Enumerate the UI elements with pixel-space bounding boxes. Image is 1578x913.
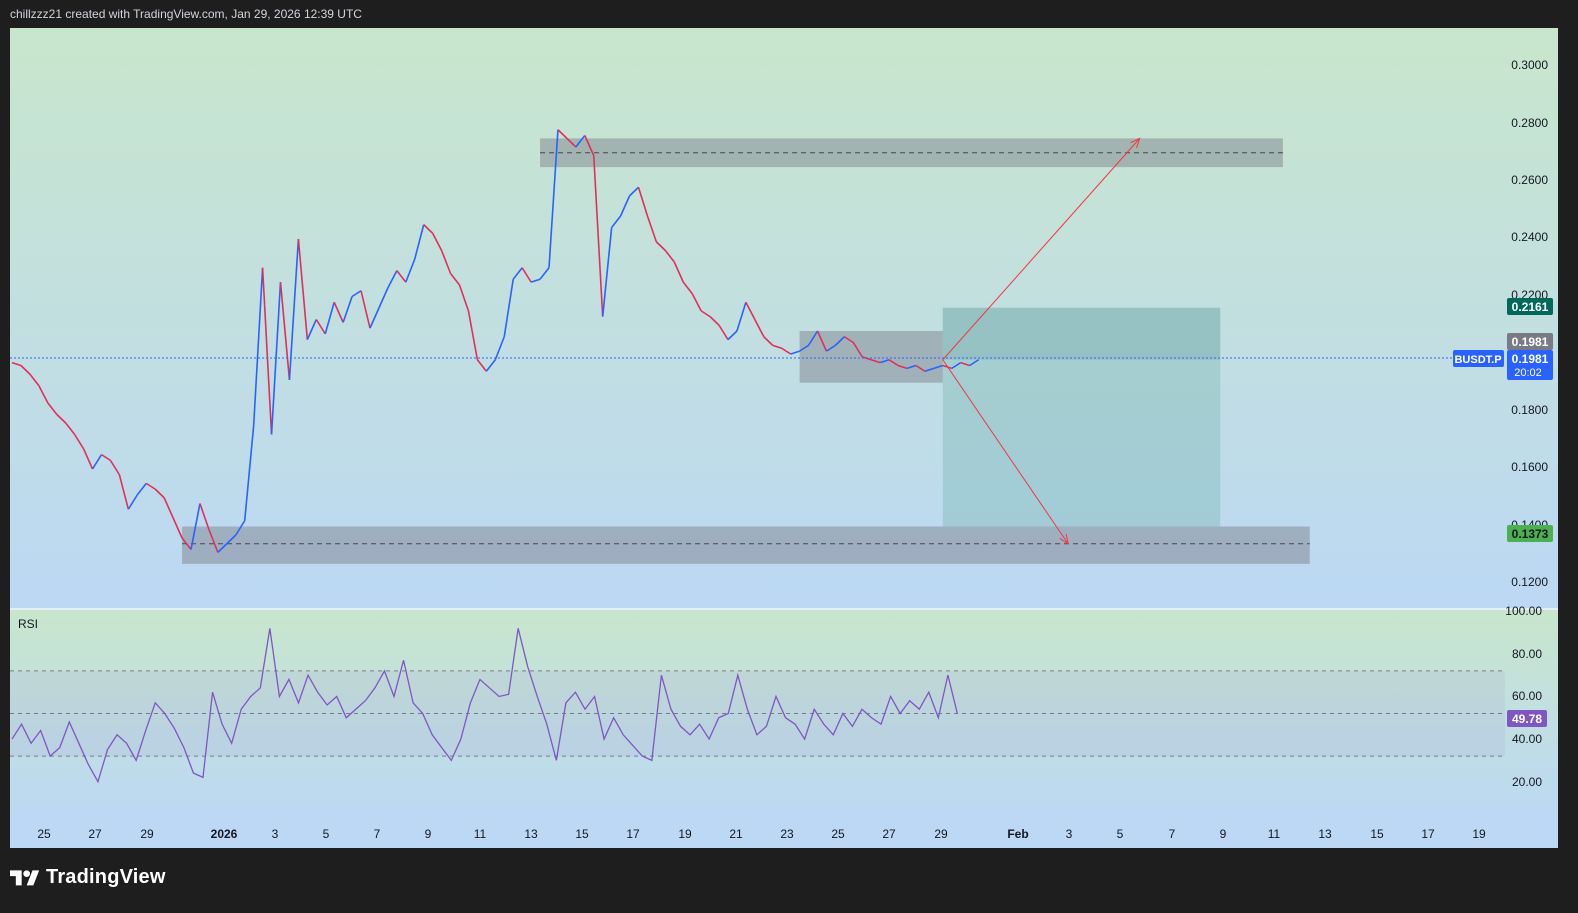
time-tick: 7 — [374, 827, 381, 841]
rsi-tick: 80.00 — [1512, 647, 1542, 661]
time-tick: 15 — [1370, 827, 1384, 841]
svg-text:BUSDT.P: BUSDT.P — [1454, 354, 1501, 366]
time-tick: 3 — [272, 827, 279, 841]
countdown-label: 20:02 — [1514, 367, 1542, 379]
rsi-tick: 60.00 — [1512, 689, 1542, 703]
time-tick: 3 — [1066, 827, 1073, 841]
price-label-last: 0.1981 — [1507, 333, 1553, 350]
rsi-band — [10, 670, 1505, 757]
zone-box — [182, 526, 1310, 564]
time-tick: 27 — [882, 827, 896, 841]
time-tick: 7 — [1169, 827, 1176, 841]
time-tick: 9 — [425, 827, 432, 841]
tradingview-logo-icon — [10, 870, 40, 886]
price-tick: 0.1800 — [1511, 403, 1548, 417]
time-tick: 25 — [37, 827, 51, 841]
time-tick: 17 — [1421, 827, 1435, 841]
time-tick: 17 — [626, 827, 640, 841]
rsi-tick: 20.00 — [1512, 775, 1542, 789]
price-tick: 0.2400 — [1511, 230, 1548, 244]
price-tick: 0.3000 — [1511, 58, 1548, 72]
svg-text:0.1373: 0.1373 — [1512, 527, 1549, 541]
time-tick: 15 — [575, 827, 589, 841]
price-label-bottom: 0.1373 — [1507, 525, 1553, 542]
rsi-tick: 100.00 — [1505, 604, 1542, 618]
brand-name: TradingView — [46, 865, 166, 888]
time-tick: 5 — [1117, 827, 1124, 841]
price-tick: 0.1600 — [1511, 460, 1548, 474]
time-tick: 11 — [1268, 827, 1281, 841]
price-label-top: 0.2161 — [1507, 298, 1553, 315]
time-tick: Feb — [1007, 827, 1028, 841]
time-tick: 27 — [88, 827, 102, 841]
rsi-pane-label: RSI — [18, 617, 38, 631]
time-tick: 21 — [729, 827, 743, 841]
time-tick: 23 — [780, 827, 794, 841]
time-tick: 5 — [323, 827, 330, 841]
time-tick: 2026 — [211, 827, 238, 841]
svg-text:0.2161: 0.2161 — [1512, 300, 1549, 314]
target-box — [942, 307, 1221, 527]
price-tick: 0.2800 — [1511, 116, 1548, 130]
current-price-label: 0.1981 20:02 — [1507, 350, 1553, 380]
target-zone-upper — [942, 307, 1221, 360]
time-tick: 13 — [1318, 827, 1332, 841]
time-tick: 25 — [831, 827, 845, 841]
time-tick: 9 — [1220, 827, 1227, 841]
svg-text:0.1981: 0.1981 — [1512, 335, 1549, 349]
svg-text:0.1981: 0.1981 — [1512, 352, 1549, 366]
rsi-value-label: 49.78 — [1507, 710, 1547, 727]
time-tick: 19 — [678, 827, 692, 841]
time-tick: 19 — [1472, 827, 1486, 841]
price-chart[interactable]: 0.3000 0.2800 0.2600 0.2400 0.2200 0.180… — [0, 0, 1578, 913]
price-tick: 0.1200 — [1511, 575, 1548, 589]
time-tick: 13 — [524, 827, 538, 841]
tradingview-brand: TradingView — [10, 862, 166, 892]
time-tick: 29 — [934, 827, 948, 841]
price-tick: 0.2600 — [1511, 173, 1548, 187]
ticker-label[interactable]: BUSDT.P — [1453, 350, 1504, 367]
price-pane-background — [10, 28, 1558, 608]
rsi-tick: 40.00 — [1512, 732, 1542, 746]
time-tick: 29 — [140, 827, 154, 841]
time-tick: 11 — [474, 827, 487, 841]
svg-text:49.78: 49.78 — [1512, 712, 1542, 726]
